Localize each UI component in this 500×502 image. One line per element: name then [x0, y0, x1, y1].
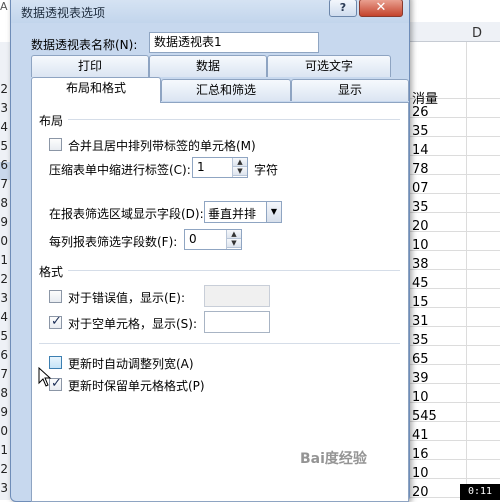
sales-cell[interactable]: 20: [410, 219, 466, 234]
row-number[interactable]: 5: [0, 139, 8, 153]
sales-cell[interactable]: 10: [410, 390, 466, 405]
sales-cell[interactable]: 07: [410, 181, 466, 196]
sales-cell[interactable]: 45: [410, 276, 466, 291]
sales-cell[interactable]: 65: [410, 352, 466, 367]
spinner-arrows[interactable]: ▲ ▼: [232, 158, 247, 177]
layout-section-title: 布局: [39, 114, 64, 128]
column-header-d[interactable]: D: [410, 22, 500, 42]
sales-cell[interactable]: 39: [410, 371, 466, 386]
sales-cell[interactable]: 16: [410, 447, 466, 462]
merge-center-label: 合并且居中排列带标签的单元格(M): [68, 139, 256, 153]
indent-label: 压缩表单中缩进行标签(C):: [49, 163, 191, 177]
spinner-down-icon[interactable]: ▼: [227, 239, 241, 248]
spinner-down-icon[interactable]: ▼: [233, 167, 247, 176]
row-number[interactable]: 1: [0, 253, 8, 267]
indent-spinner[interactable]: 1 ▲ ▼: [192, 157, 248, 178]
row-number[interactable]: 2: [0, 462, 8, 476]
indent-unit: 字符: [254, 163, 279, 177]
merge-center-checkbox[interactable]: [49, 138, 62, 151]
filter-fields-value: 0: [189, 232, 197, 246]
empty-cell-input[interactable]: [204, 311, 270, 333]
tab-print[interactable]: 打印: [31, 55, 149, 77]
spinner-arrows[interactable]: ▲ ▼: [226, 230, 241, 249]
filter-area-value: 垂直并排: [208, 207, 257, 221]
filter-area-label: 在报表筛选区域显示字段(D):: [49, 207, 204, 221]
tab-layout-format[interactable]: 布局和格式: [31, 77, 161, 103]
indent-value: 1: [197, 160, 205, 174]
close-button[interactable]: ✕: [359, 0, 403, 17]
row-number[interactable]: 2: [0, 272, 8, 286]
sales-cell[interactable]: 78: [410, 162, 466, 177]
sales-cell[interactable]: 41: [410, 428, 466, 443]
sales-cell[interactable]: 35: [410, 200, 466, 215]
section-divider: [68, 270, 400, 271]
sales-cell[interactable]: 545: [410, 409, 466, 424]
error-value-checkbox[interactable]: [49, 290, 62, 303]
tab-alt-text[interactable]: 可选文字: [267, 55, 391, 77]
sales-cell[interactable]: 10: [410, 238, 466, 253]
row-number[interactable]: 3: [0, 481, 8, 495]
dialog-titlebar[interactable]: 数据透视表选项 ? ✕: [11, 0, 409, 23]
pivot-name-input[interactable]: 数据透视表1: [149, 32, 319, 53]
dialog-title: 数据透视表选项: [21, 6, 106, 20]
watermark-text: Bai度经验: [300, 451, 367, 467]
tab-totals-filters[interactable]: 汇总和筛选: [161, 79, 291, 101]
row-number[interactable]: 4: [0, 120, 8, 134]
row-number[interactable]: 8: [0, 386, 8, 400]
row-number[interactable]: 7: [0, 177, 8, 191]
row-number[interactable]: 9: [0, 215, 8, 229]
video-timer: 0:11: [460, 484, 500, 500]
row-number[interactable]: 8: [0, 196, 8, 210]
sales-cell[interactable]: 14: [410, 143, 466, 158]
spinner-up-icon[interactable]: ▲: [233, 158, 247, 167]
layout-format-panel: 布局 合并且居中排列带标签的单元格(M) 压缩表单中缩进行标签(C): 1 ▲ ▼…: [31, 102, 409, 502]
row-number[interactable]: 0: [0, 424, 8, 438]
sales-cell[interactable]: 35: [410, 124, 466, 139]
preserve-format-label: 更新时保留单元格格式(P): [68, 379, 205, 393]
autofit-columns-label: 更新时自动调整列宽(A): [68, 357, 194, 371]
error-value-label: 对于错误值，显示(E):: [68, 291, 185, 305]
sales-cell[interactable]: 38: [410, 257, 466, 272]
error-value-input[interactable]: [204, 285, 270, 307]
sales-cell[interactable]: 10: [410, 466, 466, 481]
row-number[interactable]: 6: [0, 158, 8, 172]
sales-cell[interactable]: 15: [410, 295, 466, 310]
mouse-pointer-icon: [38, 367, 52, 387]
format-section-title: 格式: [39, 265, 64, 279]
row-number[interactable]: 7: [0, 367, 8, 381]
chevron-down-icon[interactable]: ▼: [266, 202, 281, 222]
row-number[interactable]: 6: [0, 348, 8, 362]
filter-fields-spinner[interactable]: 0 ▲ ▼: [184, 229, 242, 250]
section-divider: [68, 119, 400, 120]
tab-display[interactable]: 显示: [291, 79, 409, 101]
sales-cell[interactable]: 20: [410, 485, 466, 500]
row-number[interactable]: 1: [0, 443, 8, 457]
tab-data[interactable]: 数据: [149, 55, 267, 77]
sales-cell[interactable]: 35: [410, 333, 466, 348]
sales-cell[interactable]: 31: [410, 314, 466, 329]
row-number[interactable]: 0: [0, 234, 8, 248]
empty-cell-checkbox[interactable]: [49, 314, 62, 329]
row-number[interactable]: 3: [0, 101, 8, 115]
filter-area-select[interactable]: 垂直并排 ▼: [204, 201, 282, 223]
pivot-table-options-dialog: 数据透视表选项 ? ✕ 数据透视表名称(N): 数据透视表1 打印 数据 可选文…: [10, 0, 410, 502]
row-number[interactable]: 4: [0, 310, 8, 324]
row-number[interactable]: 2: [0, 82, 8, 96]
section-divider: [39, 343, 400, 344]
row-number[interactable]: 9: [0, 405, 8, 419]
row-number[interactable]: 3: [0, 291, 8, 305]
column-letter: D: [472, 26, 483, 41]
row-number[interactable]: 5: [0, 329, 8, 343]
spinner-up-icon[interactable]: ▲: [227, 230, 241, 239]
column-gridline: [466, 42, 467, 500]
filter-fields-label: 每列报表筛选字段数(F):: [49, 235, 178, 249]
sales-cell[interactable]: 26: [410, 105, 466, 120]
help-button[interactable]: ?: [329, 0, 357, 17]
pivot-name-label: 数据透视表名称(N):: [31, 38, 138, 52]
empty-cell-label: 对于空单元格，显示(S):: [68, 317, 198, 331]
